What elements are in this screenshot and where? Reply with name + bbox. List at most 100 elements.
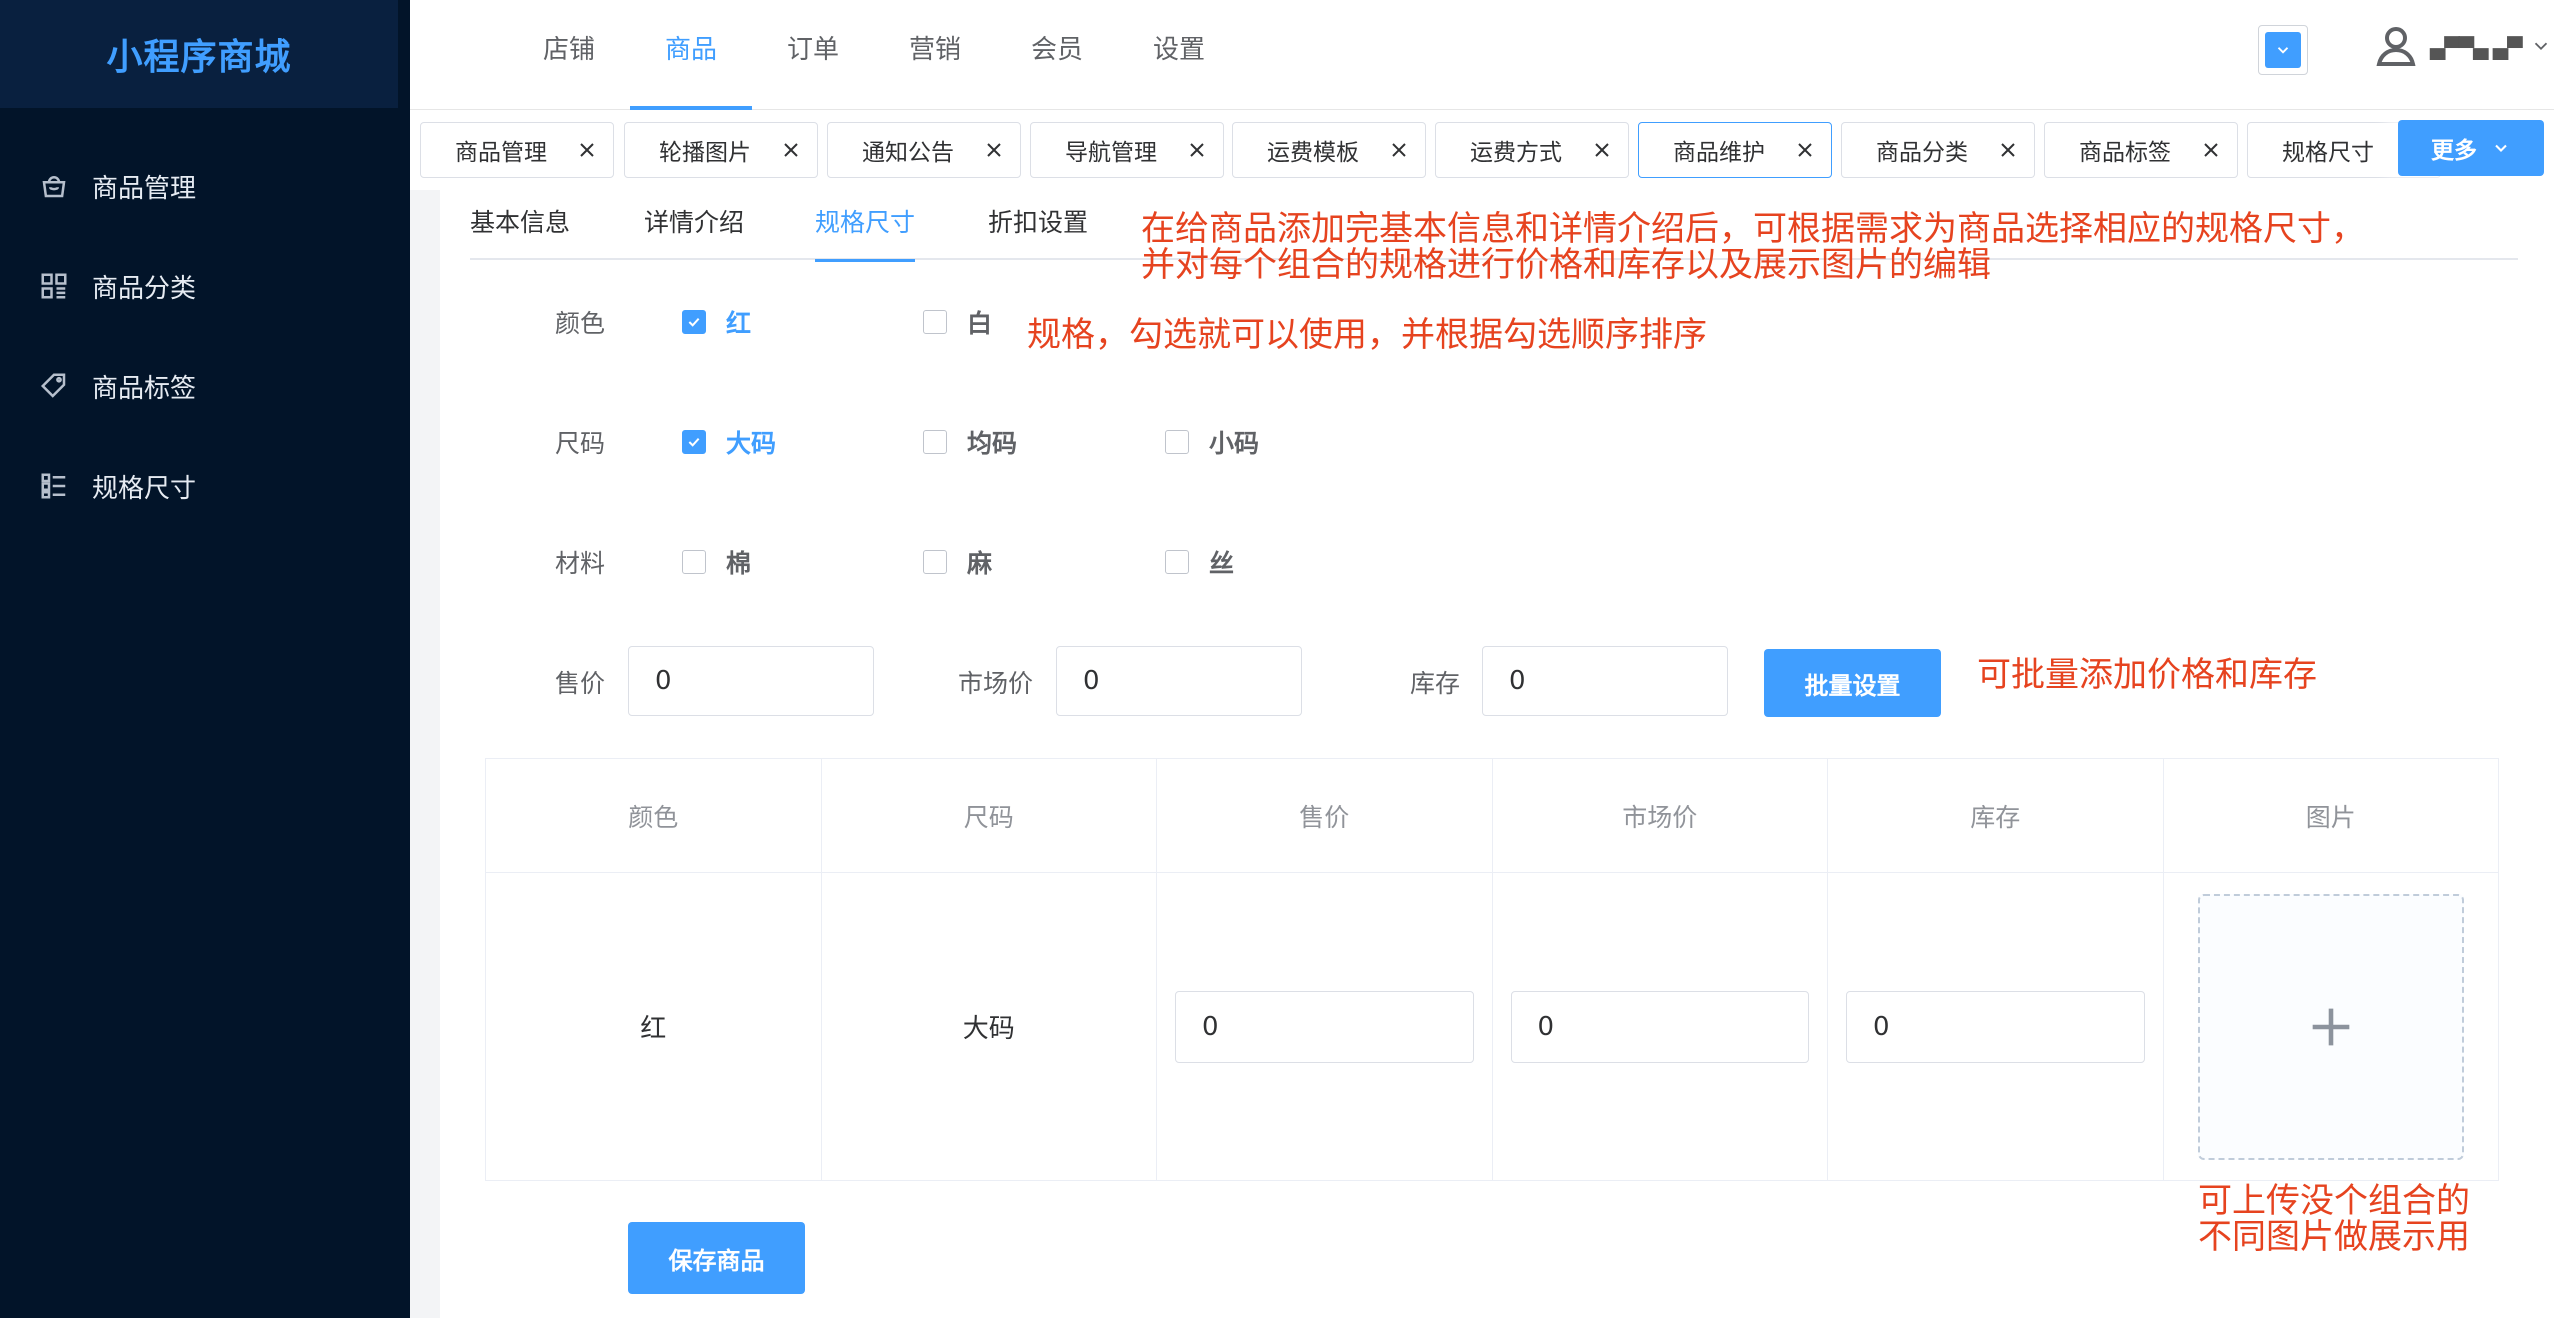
header-dropdown-button[interactable]	[2258, 25, 2308, 75]
cell-price	[1156, 872, 1493, 1181]
checkbox-label: 白	[967, 309, 993, 338]
table-header-image: 图片	[2162, 758, 2499, 873]
sidebar-item-label: 商品管理	[92, 173, 197, 204]
more-tabs-button[interactable]: 更多	[2398, 120, 2544, 176]
table-row: 红 大码	[485, 872, 2499, 1181]
close-icon[interactable]	[1185, 138, 1209, 162]
user-menu[interactable]: ▄▀▀▄ ▄▀	[2372, 22, 2552, 74]
table-header-size: 尺码	[820, 758, 1157, 873]
checkbox-size-free[interactable]: 均码	[923, 424, 1017, 460]
close-icon[interactable]	[1590, 138, 1614, 162]
tab-discount-settings[interactable]: 折扣设置	[988, 190, 1088, 260]
top-nav-order[interactable]: 订单	[752, 0, 874, 110]
checkbox-box	[923, 310, 947, 334]
tab-detail-intro[interactable]: 详情介绍	[644, 190, 744, 260]
tab-banner-images[interactable]: 轮播图片	[624, 122, 818, 178]
sidebar-item-product-category[interactable]: 商品分类	[0, 236, 410, 336]
checkbox-material-linen[interactable]: 麻	[923, 544, 992, 580]
chevron-down-icon	[2522, 35, 2552, 61]
checkbox-box	[923, 430, 947, 454]
annotation-intro-line1: 在给商品添加完基本信息和详情介绍后，可根据需求为商品选择相应的规格尺寸，	[1141, 209, 2365, 249]
batch-price-input[interactable]	[628, 646, 874, 716]
tab-label: 商品管理	[455, 140, 547, 166]
top-nav-settings[interactable]: 设置	[1118, 0, 1240, 110]
tab-label: 导航管理	[1065, 140, 1157, 166]
top-nav-store[interactable]: 店铺	[508, 0, 630, 110]
tab-spec-size[interactable]: 规格尺寸	[815, 190, 916, 262]
close-icon[interactable]	[982, 138, 1006, 162]
image-upload-box[interactable]	[2197, 893, 2464, 1160]
batch-market-price-input[interactable]	[1056, 646, 1302, 716]
tab-notices[interactable]: 通知公告	[827, 122, 1021, 178]
sidebar-menu: 商品管理 商品分类 商品标签 规格尺寸	[0, 136, 410, 536]
row-stock-input[interactable]	[1846, 990, 2145, 1063]
tab-shipping-method[interactable]: 运费方式	[1435, 122, 1629, 178]
close-icon[interactable]	[575, 138, 599, 162]
checkbox-label: 均码	[967, 429, 1018, 458]
tab-label: 通知公告	[862, 140, 954, 166]
save-product-button[interactable]: 保存商品	[628, 1222, 805, 1294]
checkbox-box	[682, 550, 706, 574]
table-header-stock: 库存	[1827, 758, 2164, 873]
annotation-spec-note: 规格，勾选就可以使用，并根据勾选顺序排序	[1027, 315, 1707, 355]
spec-label-color: 颜色	[555, 309, 606, 338]
top-nav-member[interactable]: 会员	[996, 0, 1118, 110]
app-root: 小程序商城 商品管理 商品分类 商品标签 规格尺寸 店铺 商品 订单 营销 会员…	[0, 0, 2554, 1318]
close-icon[interactable]	[1996, 138, 2020, 162]
batch-set-button[interactable]: 批量设置	[1764, 649, 1941, 717]
batch-market-price-label: 市场价	[958, 669, 1034, 698]
tag-icon	[38, 370, 70, 402]
close-icon[interactable]	[1793, 138, 1817, 162]
close-icon[interactable]	[779, 138, 803, 162]
checkbox-label: 麻	[967, 549, 993, 578]
top-nav-marketing[interactable]: 营销	[874, 0, 996, 110]
tab-shipping-template[interactable]: 运费模板	[1232, 122, 1426, 178]
user-avatar-icon	[2372, 22, 2420, 74]
tab-product-management[interactable]: 商品管理	[420, 122, 614, 178]
row-price-input[interactable]	[1175, 990, 1474, 1063]
checkbox-label: 小码	[1209, 429, 1260, 458]
checkbox-checked-icon	[682, 430, 706, 454]
batch-stock-input[interactable]	[1482, 646, 1728, 716]
checkbox-material-silk[interactable]: 丝	[1165, 544, 1234, 580]
cell-stock	[1827, 872, 2164, 1181]
close-icon[interactable]	[1387, 138, 1411, 162]
annotation-upload-line2: 不同图片做展示用	[2198, 1217, 2470, 1257]
tab-product-tag[interactable]: 商品标签	[2044, 122, 2238, 178]
checkbox-box	[1165, 430, 1189, 454]
checkbox-size-small[interactable]: 小码	[1165, 424, 1259, 460]
checkbox-label: 大码	[726, 429, 777, 458]
checkbox-label: 红	[726, 309, 752, 338]
cell-market-price	[1491, 872, 1828, 1181]
tab-product-maintenance[interactable]: 商品维护	[1638, 122, 1832, 178]
tab-basic-info[interactable]: 基本信息	[470, 190, 570, 260]
brand-logo: 小程序商城	[0, 0, 398, 108]
sidebar-item-spec-size[interactable]: 规格尺寸	[0, 436, 410, 536]
batch-stock-label: 库存	[1410, 669, 1461, 698]
product-form-card: 基本信息 详情介绍 规格尺寸 折扣设置 在给商品添加完基本信息和详情介绍后，可根…	[440, 190, 2554, 1318]
chevron-down-icon	[2495, 144, 2507, 152]
sidebar-item-product-tag[interactable]: 商品标签	[0, 336, 410, 436]
checkbox-material-cotton[interactable]: 棉	[682, 544, 751, 580]
annotation-upload-line1: 可上传没个组合的	[2198, 1181, 2470, 1221]
cell-size: 大码	[820, 872, 1157, 1181]
checkbox-checked-icon	[682, 310, 706, 334]
tab-label: 商品维护	[1673, 140, 1765, 166]
tab-product-category[interactable]: 商品分类	[1841, 122, 2035, 178]
checkbox-box	[923, 550, 947, 574]
table-header-market-price: 市场价	[1491, 758, 1828, 873]
top-nav-product[interactable]: 商品	[630, 0, 752, 110]
checkbox-color-red[interactable]: 红	[682, 304, 751, 340]
tab-label: 规格尺寸	[2282, 140, 2374, 166]
checkbox-size-large[interactable]: 大码	[682, 424, 776, 460]
table-header-color: 颜色	[485, 758, 822, 873]
checkbox-color-white[interactable]: 白	[923, 304, 992, 340]
spec-label-material: 材料	[555, 549, 606, 578]
close-icon[interactable]	[2199, 138, 2223, 162]
sidebar-item-product-management[interactable]: 商品管理	[0, 136, 410, 236]
row-market-price-input[interactable]	[1510, 990, 1809, 1063]
main-content: 基本信息 详情介绍 规格尺寸 折扣设置 在给商品添加完基本信息和详情介绍后，可根…	[410, 190, 2554, 1318]
more-label: 更多	[2431, 138, 2477, 164]
table-header-row: 颜色 尺码 售价 市场价 库存 图片	[485, 758, 2499, 873]
tab-navigation[interactable]: 导航管理	[1030, 122, 1224, 178]
